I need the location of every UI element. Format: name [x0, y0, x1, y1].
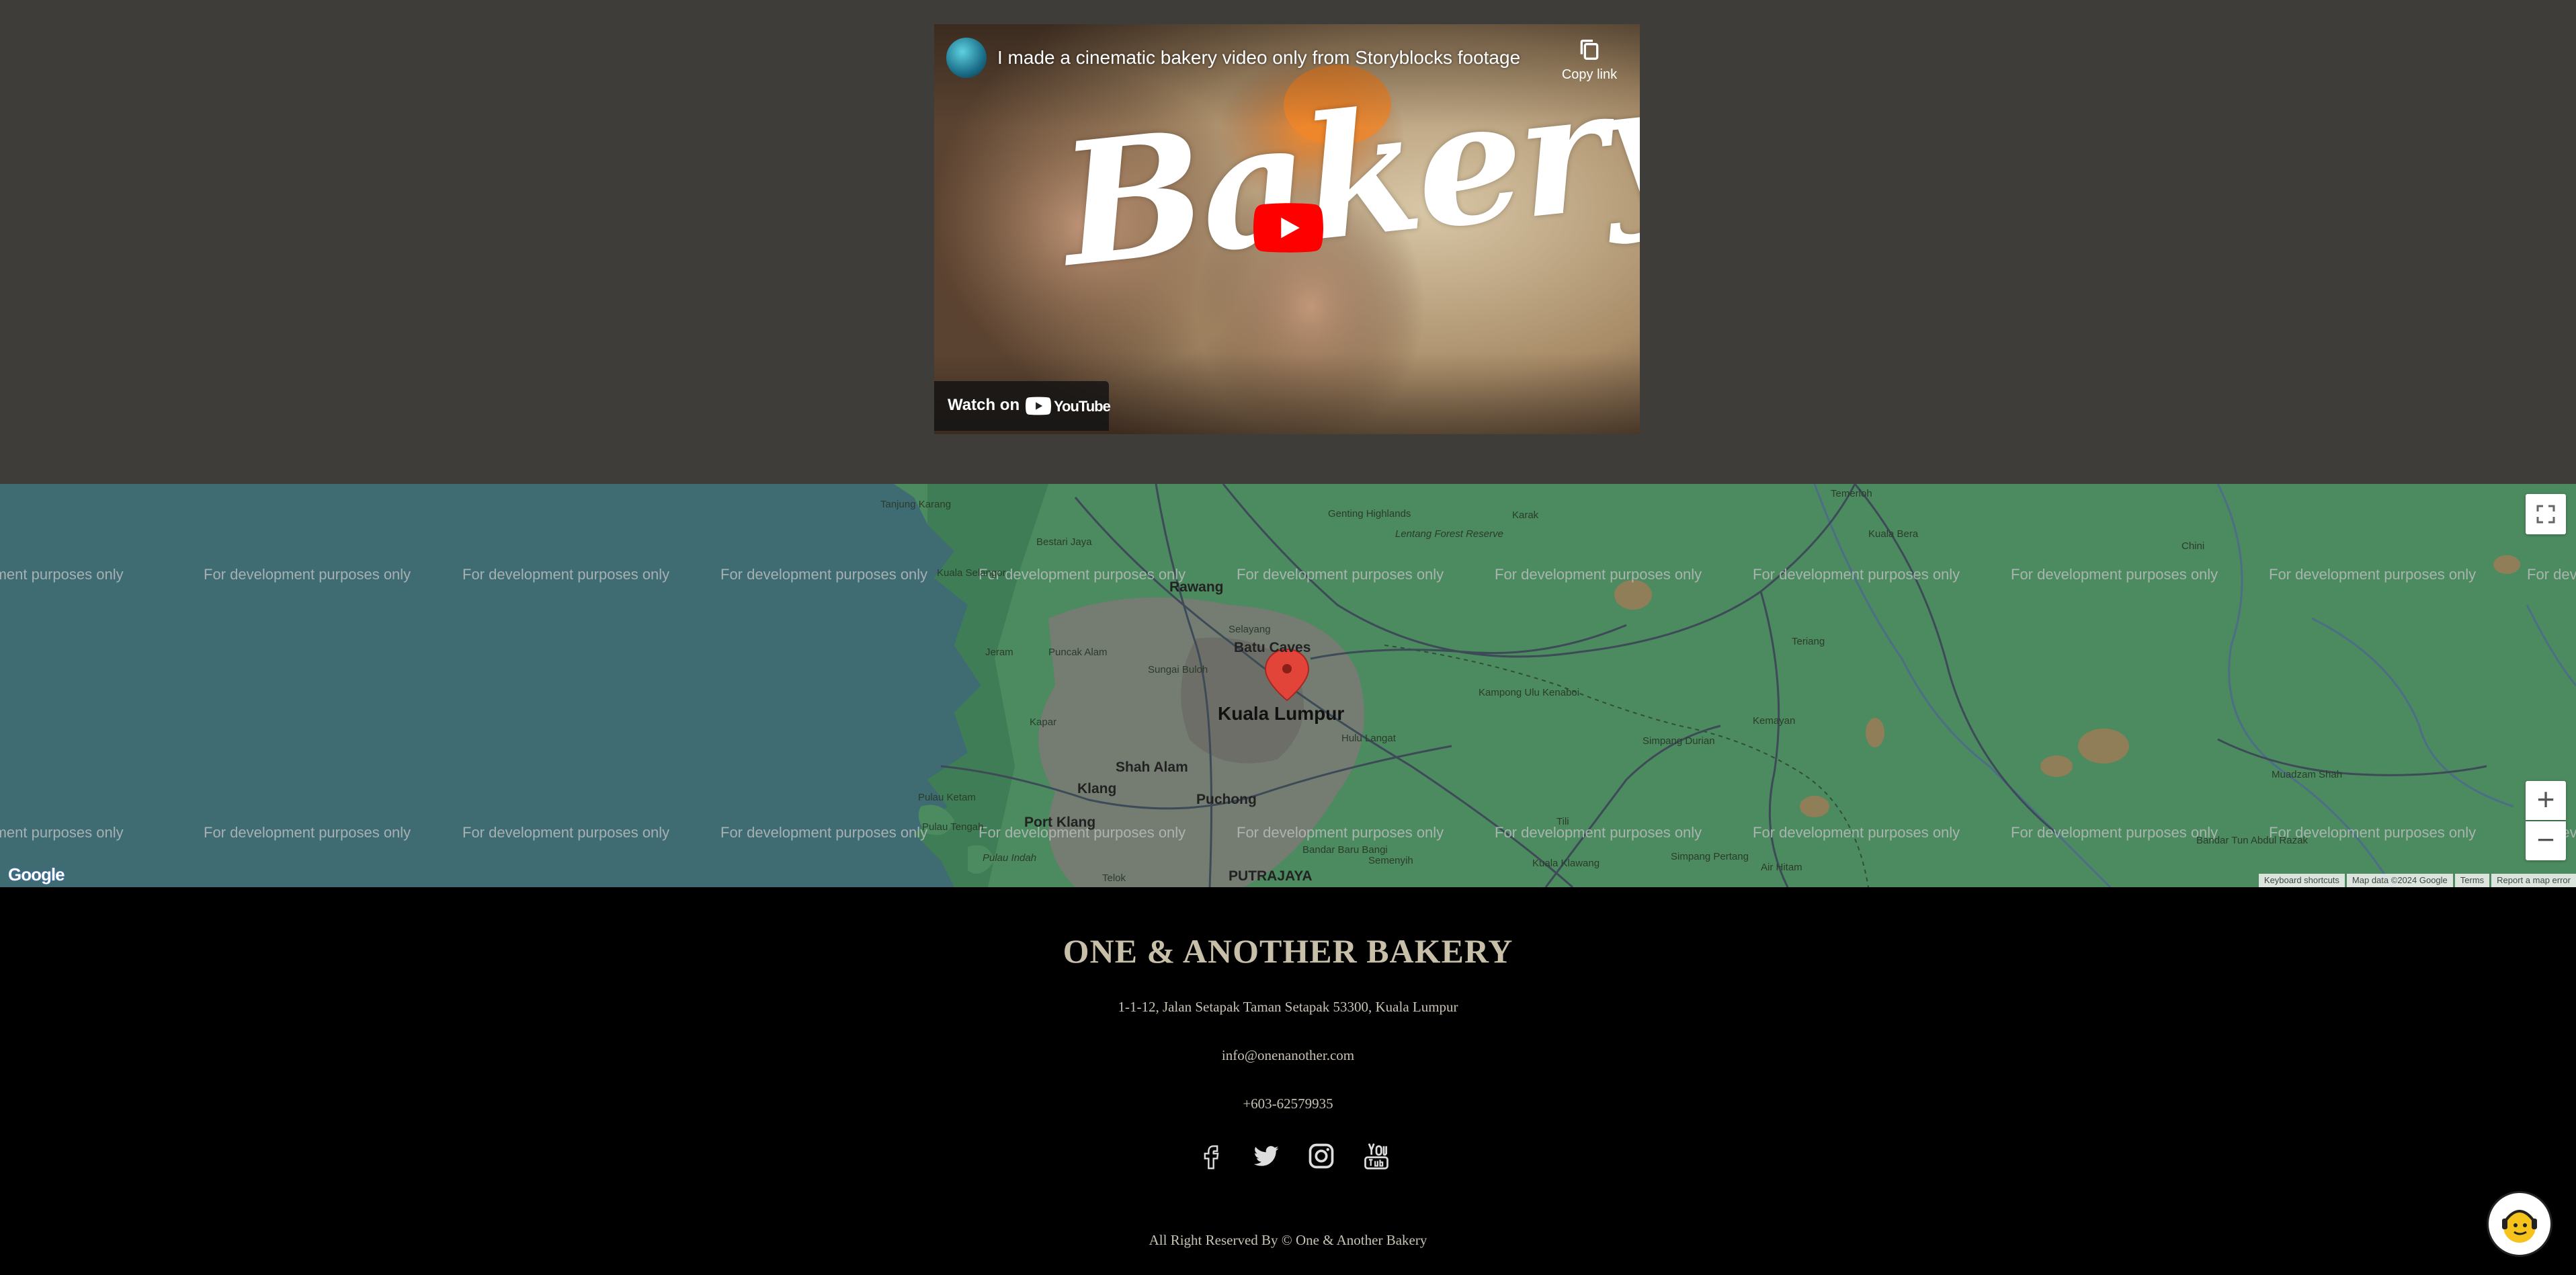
youtube-icon[interactable]	[1362, 1141, 1391, 1171]
map-label-rawang: Rawang	[1169, 579, 1224, 595]
twitter-icon[interactable]	[1251, 1141, 1281, 1171]
google-logo[interactable]: Google	[8, 864, 65, 885]
map-attribution-bar: Keyboard shortcuts Map data ©2024 Google…	[2257, 874, 2576, 887]
youtube-play-icon	[1026, 397, 1051, 415]
dev-watermark: For development purposes only	[1753, 566, 1960, 583]
footer-email-link[interactable]: info@onenanother.com	[0, 1047, 2576, 1064]
map-label-putrajaya: PUTRAJAYA	[1229, 868, 1313, 884]
watch-on-label: Watch on	[948, 396, 1020, 414]
google-map[interactable]: elopment purposes only For development p…	[0, 484, 2576, 887]
video-title[interactable]: I made a cinematic bakery video only fro…	[997, 47, 1520, 69]
dev-watermark: For development purposes only	[1495, 566, 1702, 583]
map-label-kapar: Kapar	[1030, 716, 1057, 728]
map-label-karak: Karak	[1512, 509, 1539, 521]
map-data-attribution: Map data ©2024 Google	[2346, 874, 2453, 887]
map-label-hulu-langat: Hulu Langat	[1341, 733, 1396, 744]
footer-phone-link[interactable]: +603-62579935	[0, 1096, 2576, 1112]
watch-on-youtube-button[interactable]: Watch on YouTube	[934, 381, 1111, 431]
instagram-icon[interactable]	[1306, 1141, 1336, 1171]
dev-watermark: For development purposes only	[2011, 824, 2218, 841]
dev-watermark: For dev	[2527, 566, 2576, 583]
map-label-kemayan: Kemayan	[1753, 715, 1796, 727]
map-label-pulau-tengah: Pulau Tengah	[922, 821, 984, 833]
site-footer: ONE & ANOTHER BAKERY 1-1-12, Jalan Setap…	[0, 887, 2576, 1275]
map-label-lentang-forest: Lentang Forest Reserve	[1395, 528, 1503, 540]
map-zoom-out-button[interactable]: −	[2526, 821, 2566, 860]
dev-watermark: For development purposes only	[2269, 566, 2477, 583]
map-label-jeram: Jeram	[985, 647, 1013, 658]
map-label-teriang: Teriang	[1792, 636, 1825, 647]
map-label-kampong-ulu-kenaboi: Kampong Ulu Kenaboi	[1479, 687, 1580, 698]
map-label-kuala-lumpur: Kuala Lumpur	[1218, 703, 1345, 724]
dev-watermark: elopment purposes only	[0, 824, 124, 841]
dev-watermark: For development purposes only	[720, 566, 928, 583]
map-label-simpang-pertang: Simpang Pertang	[1671, 851, 1749, 862]
map-label-temerloh: Temerloh	[1831, 488, 1872, 499]
dev-watermark: For development purposes only	[462, 566, 670, 583]
map-label-kuala-klawang: Kuala Klawang	[1532, 858, 1600, 869]
video-section: I made a cinematic bakery video only fro…	[0, 0, 2576, 484]
map-label-klang: Klang	[1077, 781, 1117, 796]
chat-widget-button[interactable]	[2487, 1191, 2552, 1257]
map-label-genting-highlands: Genting Highlands	[1328, 508, 1411, 520]
channel-avatar[interactable]	[946, 38, 987, 78]
map-label-puchong: Puchong	[1196, 792, 1257, 807]
map-label-pulau-ketam: Pulau Ketam	[918, 792, 976, 803]
map-label-sungai-buloh: Sungai Buloh	[1148, 664, 1208, 675]
map-zoom-in-button[interactable]: +	[2526, 781, 2566, 820]
dev-watermark: For development purposes only	[1237, 824, 1444, 841]
map-label-muadzam-shah: Muadzam Shah	[2272, 769, 2343, 780]
map-label-tanjung-karang: Tanjung Karang	[880, 499, 952, 510]
map-label-port-klang: Port Klang	[1024, 815, 1096, 830]
youtube-logo: YouTube	[1026, 395, 1111, 417]
dev-watermark: For development purposes only	[1237, 566, 1444, 583]
footer-address: 1-1-12, Jalan Setapak Taman Setapak 5330…	[1118, 999, 1458, 1015]
dev-watermark: For development purposes only	[1753, 824, 1960, 841]
map-label-chini: Chini	[2182, 540, 2205, 552]
dev-watermark: For development purposes only	[204, 824, 411, 841]
video-overlay-title: Bakery	[1052, 41, 1640, 304]
map-label-puncak-alam: Puncak Alam	[1048, 647, 1108, 658]
dev-watermark: For development purposes only	[2011, 566, 2218, 583]
map-label-air-hitam: Air Hitam	[1761, 862, 1802, 873]
google-logo-text: Google	[8, 864, 65, 885]
dev-watermark: For development purposes only	[1495, 824, 1702, 841]
map-label-bestari-jaya: Bestari Jaya	[1036, 536, 1092, 548]
keyboard-shortcuts-link[interactable]: Keyboard shortcuts	[2258, 874, 2345, 887]
dev-watermark: For development purposes only	[204, 566, 411, 583]
map-label-shah-alam: Shah Alam	[1116, 759, 1188, 775]
map-label-semenyih: Semenyih	[1368, 855, 1413, 866]
terms-link[interactable]: Terms	[2454, 874, 2490, 887]
facebook-icon[interactable]	[1196, 1141, 1226, 1171]
chat-bot-icon	[2502, 1210, 2537, 1243]
map-label-pulau-indah: Pulau Indah	[983, 852, 1037, 864]
social-links	[1196, 1141, 1398, 1175]
dev-watermark: elopment purposes only	[0, 566, 124, 583]
dev-watermark: For development purposes only	[979, 566, 1186, 583]
map-label-simpang-durian: Simpang Durian	[1643, 735, 1715, 747]
map-label-kuala-selangor: Kuala Selangor	[937, 567, 1006, 579]
map-label-batu-caves: Batu Caves	[1234, 640, 1311, 655]
footer-copyright: All Right Reserved By © One & Another Ba…	[1149, 1232, 1427, 1248]
map-label-kuala-bera: Kuala Bera	[1868, 528, 1919, 540]
map-label-bandar-tun-abdul-razak: Bandar Tun Abdul Razak	[2196, 835, 2308, 846]
dev-watermark: For development purposes only	[462, 824, 670, 841]
youtube-brand: YouTube	[1054, 398, 1111, 415]
map-label-telok: Telok	[1102, 872, 1126, 884]
dev-watermark: For development purposes only	[720, 824, 928, 841]
play-button[interactable]	[1253, 203, 1323, 253]
youtube-embed[interactable]: I made a cinematic bakery video only fro…	[934, 24, 1640, 434]
map-label-tili: Tili	[1556, 816, 1569, 827]
map-label-selayang: Selayang	[1229, 624, 1271, 635]
footer-brand-title: ONE & ANOTHER BAKERY	[1063, 932, 1513, 970]
report-map-error-link[interactable]: Report a map error	[2491, 874, 2576, 887]
map-label-bangi: Bandar Baru Bangi	[1302, 844, 1388, 856]
map-fullscreen-button[interactable]	[2526, 494, 2566, 534]
fullscreen-icon	[2536, 505, 2555, 524]
